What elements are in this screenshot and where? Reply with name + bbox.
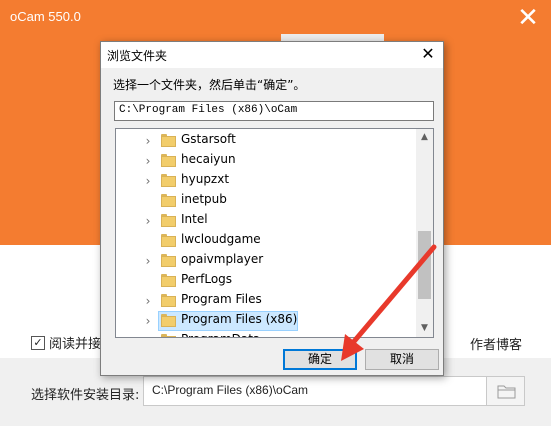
install-dir-label: 选择软件安装目录: — [31, 388, 140, 403]
agree-checkbox[interactable]: ✓ — [31, 335, 45, 350]
tree-item[interactable]: › ProgramData — [116, 331, 416, 337]
tree-item-label: hyupzxt — [181, 172, 230, 186]
chevron-right-icon[interactable]: › — [142, 134, 154, 148]
folder-icon — [497, 385, 516, 399]
chevron-right-icon[interactable]: › — [142, 174, 154, 188]
tree-item[interactable]: › opaivmplayer — [116, 251, 416, 271]
tree-item[interactable]: lwcloudgame — [116, 231, 416, 251]
dialog-title: 浏览文件夹 — [107, 49, 168, 63]
chevron-right-icon[interactable]: › — [142, 294, 154, 308]
tree-item[interactable]: › Intel — [116, 211, 416, 231]
tree-item[interactable]: inetpub — [116, 191, 416, 211]
folder-icon — [161, 254, 176, 267]
tree-item-label: Gstarsoft — [181, 132, 236, 146]
dialog-titlebar: 浏览文件夹 ✕ — [101, 42, 443, 68]
scroll-down-icon[interactable]: ▼ — [416, 320, 433, 337]
browse-folder-dialog: 浏览文件夹 ✕ 选择一个文件夹，然后单击“确定”。 C:\Program Fil… — [100, 41, 444, 376]
chevron-right-icon[interactable]: › — [142, 254, 154, 268]
tree-item[interactable]: › hecaiyun — [116, 151, 416, 171]
tree-item-label: inetpub — [181, 192, 227, 206]
tree-item[interactable]: › Gstarsoft — [116, 131, 416, 151]
folder-icon — [161, 214, 176, 227]
folder-icon — [161, 274, 176, 287]
folder-icon — [161, 194, 176, 207]
tree-item[interactable]: › Program Files (x86) — [116, 311, 416, 331]
author-blog-link[interactable]: 作者博客 — [470, 334, 522, 353]
tree-item-label: opaivmplayer — [181, 252, 264, 266]
chevron-right-icon[interactable]: › — [142, 214, 154, 228]
app-title: oCam 550.0 — [10, 9, 81, 24]
tree-item[interactable]: › hyupzxt — [116, 171, 416, 191]
install-dir-input[interactable]: C:\Program Files (x86)\oCam — [143, 376, 487, 406]
folder-icon — [161, 294, 176, 307]
chevron-right-icon[interactable]: › — [142, 314, 154, 328]
folder-icon — [161, 334, 176, 337]
cancel-button[interactable]: 取消 — [365, 349, 439, 370]
dialog-close-button[interactable]: ✕ — [417, 43, 439, 65]
ok-button[interactable]: 确定 — [283, 349, 357, 370]
dialog-prompt: 选择一个文件夹，然后单击“确定”。 — [113, 78, 306, 92]
tree-item-label: hecaiyun — [181, 152, 236, 166]
tree-item-label: Intel — [181, 212, 208, 226]
folder-tree[interactable]: › Gstarsoft › hecaiyun › hyupzxt inetpub › Intel… — [115, 128, 434, 338]
folder-icon — [161, 154, 176, 167]
close-button[interactable]: ✕ — [513, 3, 543, 33]
tree-item-label: Program Files — [181, 292, 262, 306]
chevron-right-icon[interactable]: › — [142, 334, 154, 337]
browse-folder-button[interactable] — [487, 376, 525, 406]
tree-item-label: PerfLogs — [181, 272, 233, 286]
tree-item-label: ProgramData — [181, 332, 260, 337]
folder-icon — [161, 234, 176, 247]
folder-icon — [161, 134, 176, 147]
tree-item-label: Program Files (x86) — [181, 312, 298, 326]
folder-icon — [161, 314, 176, 327]
chevron-right-icon[interactable]: › — [142, 154, 154, 168]
folder-icon — [161, 174, 176, 187]
tree-item[interactable]: PerfLogs — [116, 271, 416, 291]
tree-item-label: lwcloudgame — [181, 232, 261, 246]
dialog-path-field[interactable]: C:\Program Files (x86)\oCam — [114, 101, 434, 121]
tree-item[interactable]: › Program Files — [116, 291, 416, 311]
tree-scrollbar[interactable]: ▲ ▼ — [416, 129, 433, 337]
scroll-thumb[interactable] — [418, 231, 431, 299]
scroll-up-icon[interactable]: ▲ — [416, 129, 433, 146]
